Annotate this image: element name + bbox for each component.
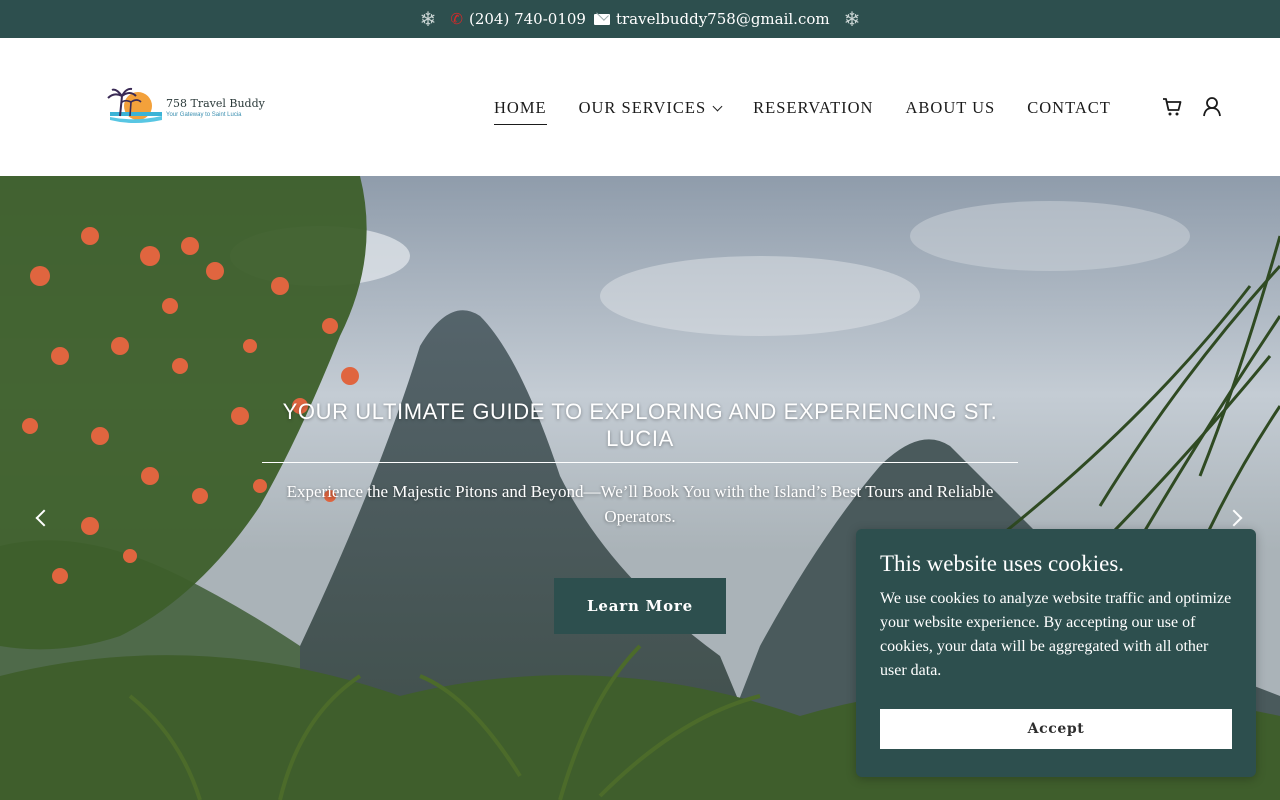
nav-our-services-label: OUR SERVICES	[578, 98, 707, 117]
logo-tagline: Your Gateway to Saint Lucia	[166, 111, 242, 118]
nav-home[interactable]: HOME	[494, 98, 547, 125]
accept-cookies-button[interactable]: Accept	[880, 709, 1232, 749]
user-icon[interactable]	[1201, 96, 1223, 118]
cookie-title: This website uses cookies.	[880, 551, 1125, 576]
cookie-consent-panel: This website uses cookies. We use cookie…	[856, 529, 1256, 777]
logo-title: 758 Travel Buddy	[166, 96, 265, 110]
cookie-body: We use cookies to analyze website traffi…	[880, 590, 1232, 679]
cart-icon[interactable]	[1161, 96, 1183, 118]
palm-sunset-logo-icon	[107, 87, 162, 123]
nav-contact[interactable]: CONTACT	[1027, 98, 1111, 125]
hero-subtitle: Experience the Majestic Pitons and Beyon…	[286, 482, 994, 526]
nav-reservation[interactable]: RESERVATION	[753, 98, 873, 125]
hero-title: YOUR ULTIMATE GUIDE TO EXPLORING AND EXP…	[282, 399, 998, 451]
phone-number[interactable]: (204) 740-0109	[469, 10, 586, 28]
email-address[interactable]: travelbuddy758@gmail.com	[616, 10, 830, 28]
main-nav: HOME OUR SERVICES RESERVATION ABOUT US C…	[494, 98, 1143, 125]
nav-our-services[interactable]: OUR SERVICES	[578, 98, 723, 125]
snowflake-icon: ❄	[419, 7, 437, 31]
chevron-down-icon	[712, 101, 723, 112]
nav-about-us[interactable]: ABOUT US	[905, 98, 995, 125]
site-logo[interactable]: 758 Travel Buddy Your Gateway to Saint L…	[104, 86, 265, 128]
learn-more-button[interactable]: Learn More	[554, 578, 726, 634]
snowflake-icon: ❄	[843, 7, 861, 31]
phone-icon: ✆	[450, 10, 463, 28]
mail-icon	[593, 13, 610, 25]
top-contact-bar: ❄ ✆ (204) 740-0109 travelbuddy758@gmail.…	[0, 0, 1280, 38]
site-header: 758 Travel Buddy Your Gateway to Saint L…	[0, 38, 1280, 176]
hero-divider	[262, 462, 1018, 463]
